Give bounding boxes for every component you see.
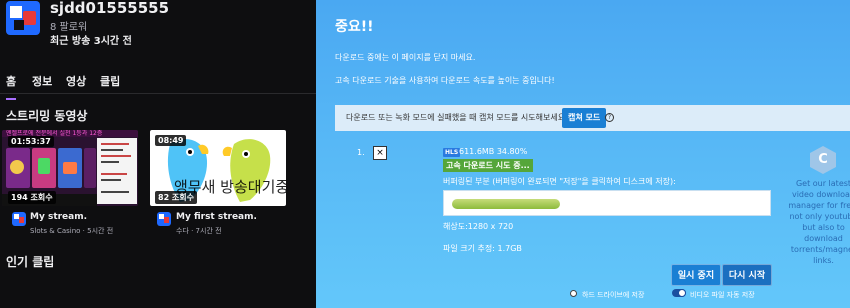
- pause-button[interactable]: 일시 중지: [671, 264, 721, 286]
- channel-mini-avatar[interactable]: [157, 212, 171, 226]
- video-meta-2[interactable]: 수다 · 7시간 전: [176, 226, 222, 236]
- speed-info-text: 고속 다운로드 기술을 사용하여 다운로드 속도를 높이는 중입니다!: [335, 76, 555, 85]
- channel-name[interactable]: sjdd01555555: [50, 0, 169, 17]
- channel-mini-avatar[interactable]: [12, 212, 26, 226]
- popular-clips-title: 인기 클립: [6, 255, 55, 269]
- save-to-hdd-radio[interactable]: [570, 290, 577, 297]
- tab-videos[interactable]: 영상: [66, 73, 86, 89]
- video-meta-1[interactable]: Slots & Casino · 5시간 전: [30, 226, 113, 236]
- download-size-progress: 611.6MB 34.80%: [459, 147, 528, 156]
- status-badge: 고속 다운로드 시도 중...: [443, 159, 533, 172]
- channel-tabs: 홈 정보 영상 클립: [0, 66, 316, 100]
- help-icon[interactable]: ?: [605, 113, 614, 122]
- duration-badge: 01:53:37: [8, 136, 54, 147]
- notice-text: 다운로드 또는 녹화 모드에 실패했을 때 캡쳐 모드를 시도해보세요:: [346, 113, 568, 122]
- hls-tag: HLS: [443, 148, 461, 157]
- save-to-hdd-label[interactable]: 하드 드라이브에 저장: [582, 290, 644, 300]
- panel-title: 중요!!: [335, 19, 374, 35]
- tab-clips[interactable]: 클립: [100, 73, 120, 89]
- autosave-label[interactable]: 비디오 파일 자동 저장: [690, 290, 755, 300]
- streaming-videos-title: 스트리밍 동영상: [6, 109, 88, 123]
- capture-mode-button[interactable]: 캡쳐 모드: [562, 108, 607, 128]
- estimated-size-text: 파일 크기 추정: 1.7GB: [443, 244, 522, 253]
- channel-page: sjdd01555555 8 팔로워 최근 방송 3시간 전 홈 정보 영상 클…: [0, 0, 316, 308]
- tab-about[interactable]: 정보: [32, 73, 52, 89]
- promo-text[interactable]: Get our latest video download manager fo…: [786, 178, 850, 266]
- resolution-text: 해상도:1280 x 720: [443, 222, 514, 231]
- resume-button[interactable]: 다시 시작: [722, 264, 772, 286]
- item-index: 1.: [357, 148, 365, 157]
- warning-text: 다운로드 중에는 이 페이지를 닫지 마세요.: [335, 53, 476, 62]
- view-count-badge: 194 조회수: [8, 191, 56, 204]
- progress-fill: [452, 199, 560, 209]
- duration-badge: 08:49: [155, 135, 187, 146]
- tab-home[interactable]: 홈: [6, 73, 17, 100]
- view-count-badge: 82 조회수: [155, 191, 197, 204]
- autosave-toggle[interactable]: [672, 289, 686, 297]
- close-icon[interactable]: ×: [373, 146, 387, 160]
- video-title-1[interactable]: My stream.: [30, 212, 87, 222]
- video-thumbnail-1[interactable]: 엔젤프로에 전문에서 실천 1등과 12층 01:53:37 194 조회수: [2, 130, 138, 206]
- last-stream-info: 최근 방송 3시간 전: [50, 36, 132, 47]
- progress-bar: [443, 190, 771, 216]
- video-thumbnail-2[interactable]: 앵무새 방송대기중 08:49 82 조회수: [150, 130, 286, 206]
- channel-avatar[interactable]: [6, 1, 40, 35]
- download-panel: 중요!! 다운로드 중에는 이 페이지를 닫지 마세요. 고속 다운로드 기술을…: [316, 0, 850, 308]
- app-logo-icon[interactable]: C: [810, 146, 836, 174]
- follower-count: 8 팔로워: [50, 22, 88, 33]
- buffer-label: 버퍼링된 부분 (버퍼링이 완료되면 "저장"을 클릭하여 디스크에 저장):: [443, 177, 676, 186]
- video-title-2[interactable]: My first stream.: [176, 212, 257, 222]
